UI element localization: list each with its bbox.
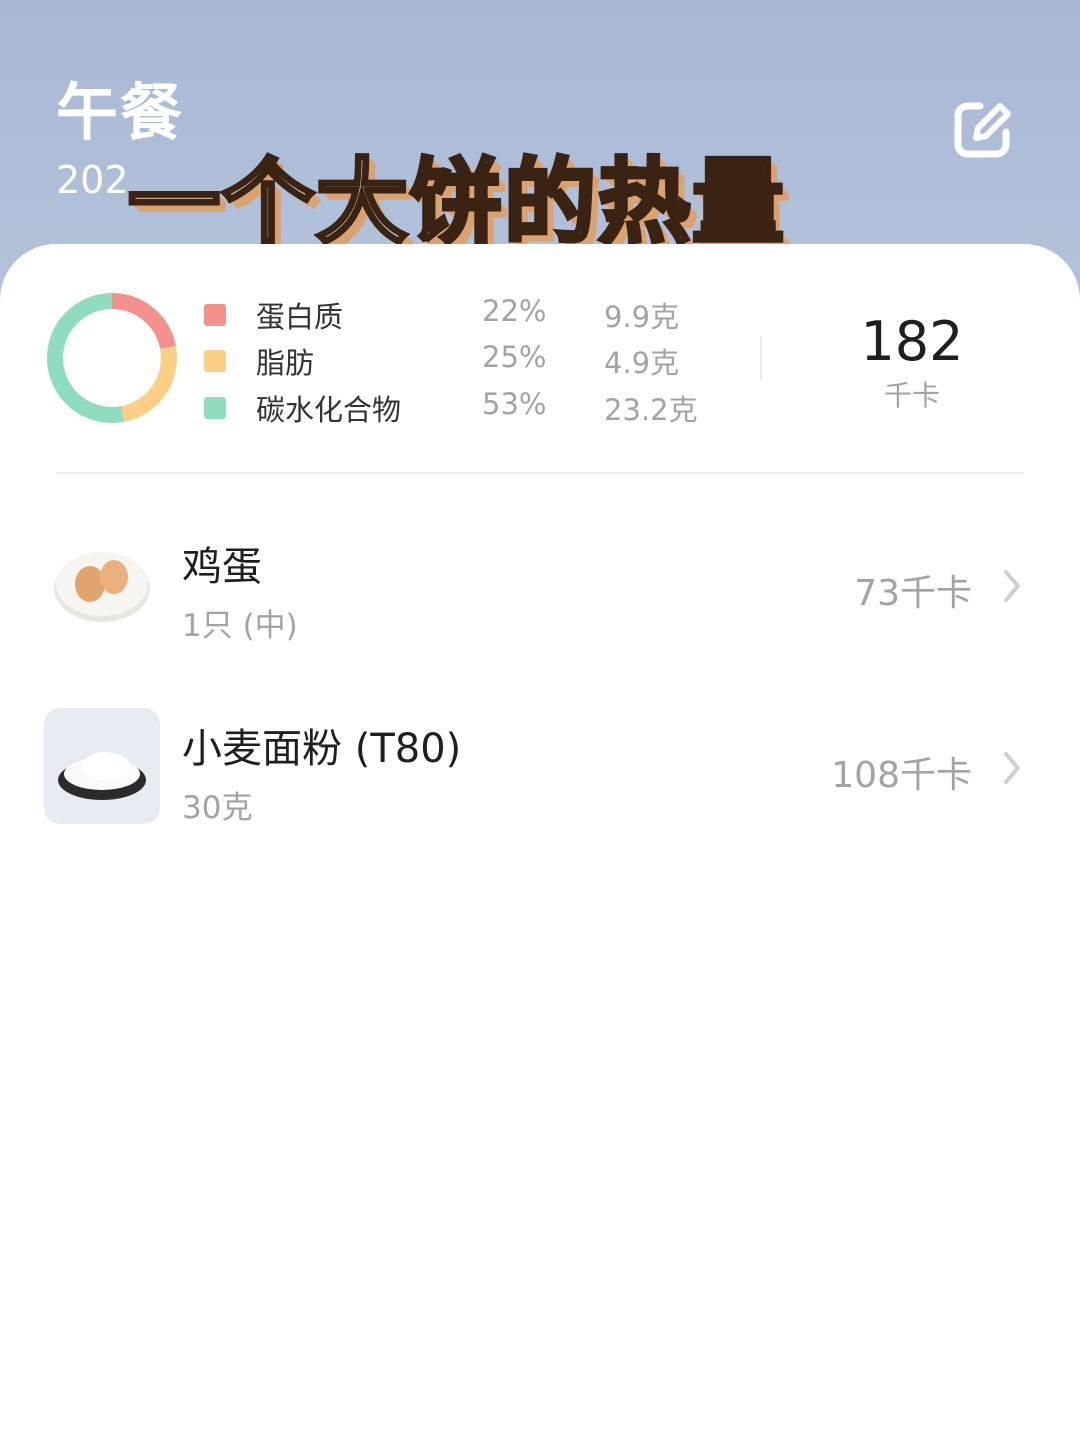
macro-amount: 23.2克 <box>604 393 698 427</box>
summary-divider <box>760 336 762 380</box>
macro-name: 蛋白质 <box>256 300 344 334</box>
macro-percent: 53% <box>482 387 547 421</box>
total-calories: 182 <box>860 310 964 373</box>
macro-amount: 4.9克 <box>604 346 680 380</box>
overlay-caption: 一个大饼的热量 <box>126 147 787 258</box>
section-divider <box>56 472 1024 474</box>
macro-percent: 22% <box>482 294 547 328</box>
macro-row-fat: 脂肪 25% 4.9克 <box>204 340 744 380</box>
macro-name: 脂肪 <box>256 346 315 380</box>
edit-icon[interactable] <box>950 98 1014 162</box>
macro-row-carbs: 碳水化合物 53% 23.2克 <box>204 387 744 427</box>
flour-bowl-photo <box>44 708 160 824</box>
egg-plate-photo <box>44 526 160 642</box>
fat-color-dot <box>204 350 226 372</box>
macro-name: 碳水化合物 <box>256 393 402 427</box>
food-item-egg[interactable]: 鸡蛋 1只 (中) 73千卡 <box>0 526 1080 646</box>
macro-percent: 25% <box>482 340 547 374</box>
food-portion: 30克 <box>182 790 253 826</box>
food-name: 小麦面粉 (T80) <box>182 726 462 772</box>
macro-donut-chart <box>47 293 177 423</box>
protein-color-dot <box>204 304 226 326</box>
food-item-flour[interactable]: 小麦面粉 (T80) 30克 108千卡 <box>0 708 1080 828</box>
chevron-right-icon <box>1004 752 1020 784</box>
donut-segment-1 <box>120 345 177 422</box>
meal-date: 202 <box>56 158 129 202</box>
food-portion: 1只 (中) <box>182 608 298 644</box>
total-calories-unit: 千卡 <box>883 379 940 412</box>
food-calories: 73千卡 <box>854 573 972 614</box>
carbs-color-dot <box>204 397 226 419</box>
donut-segment-2 <box>47 293 125 423</box>
food-name: 鸡蛋 <box>182 544 262 590</box>
macro-row-protein: 蛋白质 22% 9.9克 <box>204 294 744 334</box>
food-calories: 108千卡 <box>831 755 972 796</box>
donut-segment-0 <box>111 293 176 350</box>
chevron-right-icon <box>1004 570 1020 602</box>
macro-amount: 9.9克 <box>604 300 680 334</box>
